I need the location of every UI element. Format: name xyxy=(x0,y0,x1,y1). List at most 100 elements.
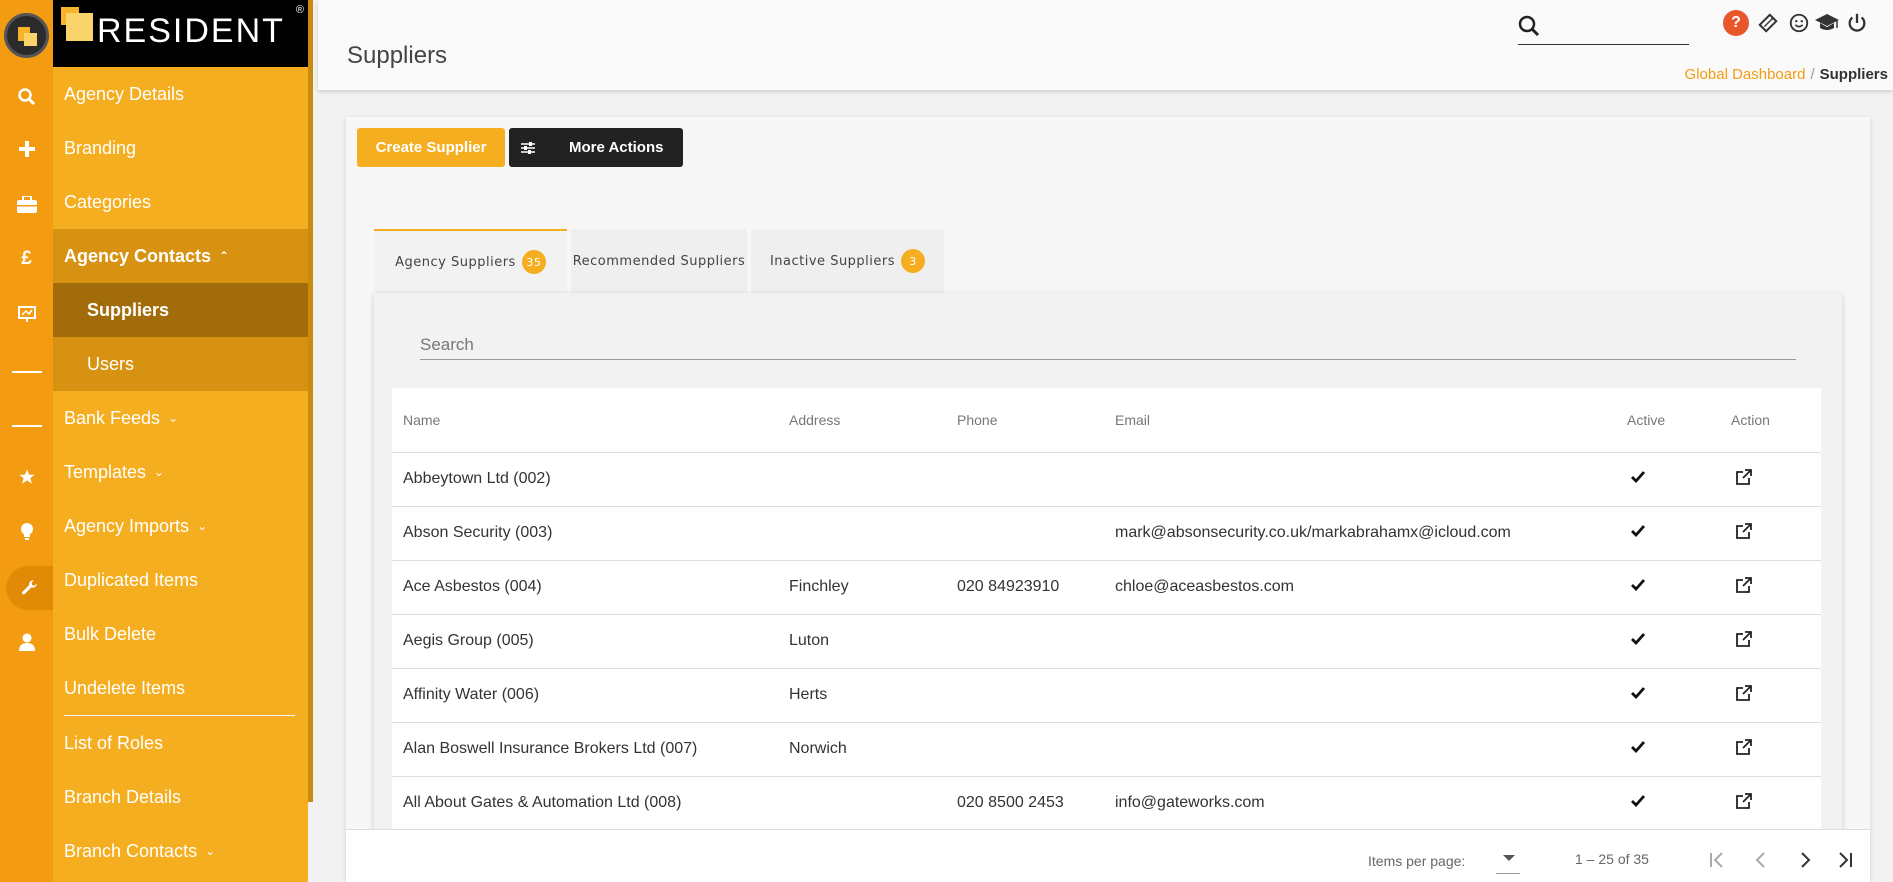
cell-active xyxy=(1616,560,1720,615)
next-page-button[interactable] xyxy=(1789,844,1821,876)
plus-icon[interactable] xyxy=(0,127,53,171)
sidebar-scrollbar[interactable] xyxy=(308,0,313,802)
cell-active xyxy=(1616,506,1720,561)
pound-icon[interactable]: £ xyxy=(0,237,53,281)
column-header-active[interactable]: Active xyxy=(1616,388,1720,453)
sidebar-item-branch-details[interactable]: Branch Details xyxy=(53,770,308,824)
cell-name: Aegis Group (005) xyxy=(392,614,778,669)
table-row[interactable]: Ace Asbestos (004) Finchley 020 84923910… xyxy=(392,560,1821,615)
table-row[interactable]: Abbeytown Ltd (002) xyxy=(392,452,1821,507)
table-search-input[interactable] xyxy=(420,330,1796,360)
external-link-icon[interactable] xyxy=(1735,522,1753,545)
external-link-icon[interactable] xyxy=(1735,576,1753,599)
brand-logo[interactable]: RESIDENT ® xyxy=(53,0,308,67)
graduation-cap-icon[interactable] xyxy=(1814,10,1840,36)
previous-page-button[interactable] xyxy=(1745,844,1777,876)
chevron-down-icon: ⌄ xyxy=(168,411,179,425)
check-icon xyxy=(1631,686,1646,704)
sidebar-item-users[interactable]: Users xyxy=(53,337,308,391)
last-page-button[interactable] xyxy=(1829,844,1861,876)
power-icon[interactable] xyxy=(1844,10,1870,36)
column-header-phone[interactable]: Phone xyxy=(946,388,1104,453)
sidebar-item-bank-feeds[interactable]: Bank Feeds ⌄ xyxy=(53,391,308,445)
presentation-icon[interactable] xyxy=(0,292,53,336)
cell-active xyxy=(1616,722,1720,777)
external-link-icon[interactable] xyxy=(1735,468,1753,491)
cell-active xyxy=(1616,776,1720,831)
sidebar-item-agency-imports[interactable]: Agency Imports ⌄ xyxy=(53,499,308,553)
cell-action xyxy=(1720,776,1821,831)
sliders-icon xyxy=(521,141,535,154)
sidebar-item-undelete-items[interactable]: Undelete Items xyxy=(53,661,308,715)
cell-phone xyxy=(946,452,1104,507)
briefcase-icon[interactable] xyxy=(0,182,53,226)
table-row[interactable]: All About Gates & Automation Ltd (008) 0… xyxy=(392,776,1821,831)
column-header-address[interactable]: Address xyxy=(778,388,946,453)
sidebar-item-bulk-delete[interactable]: Bulk Delete xyxy=(53,607,308,661)
sidebar-item-suppliers[interactable]: Suppliers xyxy=(53,283,308,337)
page-header: Suppliers ? Global Dashboard / Suppliers xyxy=(318,0,1893,90)
table-row[interactable]: Affinity Water (006) Herts xyxy=(392,668,1821,723)
check-icon xyxy=(1631,524,1646,542)
tab-recommended-suppliers[interactable]: Recommended Suppliers xyxy=(571,229,747,293)
cell-email xyxy=(1104,722,1616,777)
cell-name: Ace Asbestos (004) xyxy=(392,560,778,615)
check-icon xyxy=(1631,794,1646,812)
breadcrumb: Global Dashboard / Suppliers xyxy=(1685,66,1888,83)
registered-mark: ® xyxy=(295,4,304,16)
star-icon[interactable] xyxy=(0,455,53,499)
sidebar-item-duplicated-items[interactable]: Duplicated Items xyxy=(53,553,308,607)
external-link-icon[interactable] xyxy=(1735,792,1753,815)
sidebar-item-agency-contacts[interactable]: Agency Contacts ⌃ xyxy=(53,229,308,283)
sidebar: RESIDENT ® Agency Details Branding Categ… xyxy=(53,0,308,882)
page-range-label: 1 – 25 of 35 xyxy=(1575,851,1649,867)
more-actions-button[interactable]: More Actions xyxy=(509,128,683,167)
search-icon[interactable] xyxy=(0,75,53,119)
table-row[interactable]: Alan Boswell Insurance Brokers Ltd (007)… xyxy=(392,722,1821,777)
column-header-email[interactable]: Email xyxy=(1104,388,1616,453)
first-page-button[interactable] xyxy=(1701,844,1733,876)
sidebar-item-branch-contacts[interactable]: Branch Contacts ⌄ xyxy=(53,824,308,878)
cell-action xyxy=(1720,668,1821,723)
ticket-icon[interactable] xyxy=(1755,10,1781,36)
cell-action xyxy=(1720,722,1821,777)
lightbulb-icon[interactable] xyxy=(0,509,53,553)
table-row[interactable]: Aegis Group (005) Luton xyxy=(392,614,1821,669)
app-logo-icon[interactable] xyxy=(4,13,49,58)
cell-email xyxy=(1104,614,1616,669)
cell-email: info@gateworks.com xyxy=(1104,776,1616,831)
sidebar-item-categories[interactable]: Categories xyxy=(53,175,308,229)
breadcrumb-separator: / xyxy=(1810,66,1815,83)
chevron-down-icon: ⌄ xyxy=(205,844,216,858)
tab-agency-suppliers[interactable]: Agency Suppliers 35 xyxy=(374,229,567,293)
cell-email: mark@absonsecurity.co.uk/markabrahamx@ic… xyxy=(1104,506,1616,561)
cell-name: Alan Boswell Insurance Brokers Ltd (007) xyxy=(392,722,778,777)
cell-phone: 020 84923910 xyxy=(946,560,1104,615)
help-icon[interactable]: ? xyxy=(1723,10,1749,36)
sidebar-item-agency-details[interactable]: Agency Details xyxy=(53,67,308,121)
table-row[interactable]: Abson Security (003) mark@absonsecurity.… xyxy=(392,506,1821,561)
tab-inactive-suppliers[interactable]: Inactive Suppliers 3 xyxy=(751,229,944,293)
column-header-name[interactable]: Name xyxy=(392,388,778,453)
search-icon[interactable] xyxy=(1518,15,1540,42)
cell-address xyxy=(778,452,946,507)
create-supplier-button[interactable]: Create Supplier xyxy=(357,128,505,167)
cell-address: Luton xyxy=(778,614,946,669)
breadcrumb-link-global-dashboard[interactable]: Global Dashboard xyxy=(1685,66,1806,83)
global-search-input[interactable] xyxy=(1550,14,1685,40)
cell-email xyxy=(1104,452,1616,507)
check-icon xyxy=(1631,470,1646,488)
wrench-icon[interactable] xyxy=(6,566,53,610)
divider-line xyxy=(0,350,53,394)
external-link-icon[interactable] xyxy=(1735,630,1753,653)
smiley-icon[interactable] xyxy=(1786,10,1812,36)
sidebar-item-templates[interactable]: Templates ⌄ xyxy=(53,445,308,499)
user-icon[interactable] xyxy=(0,620,53,664)
items-per-page-select[interactable] xyxy=(1496,848,1520,874)
external-link-icon[interactable] xyxy=(1735,738,1753,761)
sidebar-item-branding[interactable]: Branding xyxy=(53,121,308,175)
sidebar-item-list-of-roles[interactable]: List of Roles xyxy=(53,716,308,770)
external-link-icon[interactable] xyxy=(1735,684,1753,707)
page-title: Suppliers xyxy=(347,42,448,69)
cell-phone xyxy=(946,506,1104,561)
